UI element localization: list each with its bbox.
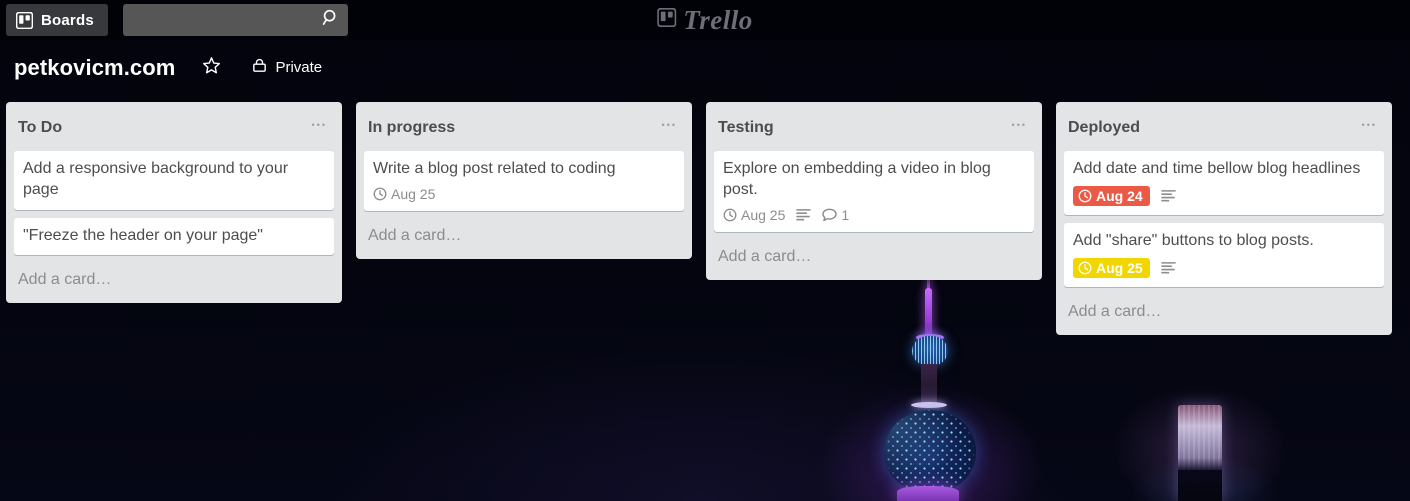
boards-button-label: Boards bbox=[41, 11, 94, 29]
card-badges: Aug 25 1 bbox=[723, 207, 1025, 223]
board-icon bbox=[16, 11, 33, 29]
card-badges: Aug 25 bbox=[1073, 257, 1375, 278]
star-outline-icon bbox=[202, 56, 221, 80]
due-date-badge: Aug 25 bbox=[723, 207, 785, 223]
card[interactable]: "Freeze the header on your page" bbox=[14, 217, 334, 256]
star-board-button[interactable] bbox=[194, 52, 229, 84]
search-icon[interactable] bbox=[322, 9, 340, 32]
card-title: Explore on embedding a video in blog pos… bbox=[723, 160, 991, 198]
list-header: Deployed ••• bbox=[1056, 102, 1392, 151]
list-deployed: Deployed ••• Add date and time bellow blog… bbox=[1056, 102, 1392, 335]
list-cards: Write a blog post related to coding Aug 2… bbox=[356, 151, 692, 219]
board-title[interactable]: petkovicm.com bbox=[14, 55, 175, 81]
due-date-badge: Aug 25 bbox=[373, 186, 435, 202]
boards-button[interactable]: Boards bbox=[6, 4, 108, 36]
add-card-button[interactable]: Add a card… bbox=[706, 240, 1042, 278]
board-lists-container: To Do ••• Add a responsive background to y… bbox=[0, 95, 1410, 501]
badge-label: 1 bbox=[841, 206, 850, 223]
card-title: "Freeze the header on your page" bbox=[23, 226, 263, 244]
board-visibility-button[interactable]: Private bbox=[243, 52, 330, 84]
list-title[interactable]: Testing bbox=[718, 119, 774, 137]
badge-label: Aug 25 bbox=[1096, 259, 1143, 276]
trello-board-icon bbox=[657, 7, 677, 32]
trello-board-page: Boards Trello petkovicm.com Private To D… bbox=[0, 0, 1410, 501]
ellipsis-icon[interactable]: ••• bbox=[658, 113, 681, 142]
board-header: petkovicm.com Private bbox=[0, 40, 1410, 95]
clock-icon bbox=[373, 187, 387, 201]
add-card-button[interactable]: Add a card… bbox=[1056, 295, 1392, 333]
trello-logo[interactable]: Trello bbox=[657, 5, 753, 36]
card[interactable]: Write a blog post related to coding Aug 2… bbox=[364, 151, 684, 211]
list-testing: Testing ••• Explore on embedding a video i… bbox=[706, 102, 1042, 280]
lock-icon bbox=[251, 57, 268, 79]
badge-label: Aug 24 bbox=[1096, 187, 1143, 204]
description-icon bbox=[1160, 189, 1176, 202]
board-visibility-label: Private bbox=[275, 59, 323, 76]
clock-icon bbox=[723, 208, 737, 222]
ellipsis-icon[interactable]: ••• bbox=[1358, 113, 1381, 142]
due-date-badge: Aug 25 bbox=[1073, 257, 1150, 278]
list-header: Testing ••• bbox=[706, 102, 1042, 151]
card-badges: Aug 24 bbox=[1073, 185, 1375, 206]
ellipsis-icon[interactable]: ••• bbox=[1008, 113, 1031, 142]
clock-icon bbox=[1078, 189, 1092, 203]
add-card-button[interactable]: Add a card… bbox=[356, 219, 692, 257]
list-to-do: To Do ••• Add a responsive background to y… bbox=[6, 102, 342, 304]
description-badge bbox=[1160, 261, 1176, 274]
card[interactable]: Explore on embedding a video in blog pos… bbox=[714, 151, 1034, 232]
list-header: In progress ••• bbox=[356, 102, 692, 151]
card[interactable]: Add a responsive background to your page bbox=[14, 151, 334, 210]
description-badge bbox=[1160, 189, 1176, 202]
ellipsis-icon[interactable]: ••• bbox=[308, 113, 331, 142]
description-icon bbox=[796, 208, 812, 221]
clock-icon bbox=[1078, 261, 1092, 275]
list-cards: Add a responsive background to your page… bbox=[6, 151, 342, 263]
list-title[interactable]: Deployed bbox=[1068, 119, 1140, 137]
card-title: Write a blog post related to coding bbox=[373, 160, 616, 177]
top-navigation-bar: Boards Trello bbox=[0, 0, 1410, 40]
list-cards: Add date and time bellow blog headlines A… bbox=[1056, 151, 1392, 295]
trello-wordmark: Trello bbox=[683, 4, 753, 35]
card-badges: Aug 25 bbox=[373, 186, 675, 202]
badge-label: Aug 25 bbox=[391, 185, 436, 202]
list-header: To Do ••• bbox=[6, 102, 342, 151]
list-title[interactable]: To Do bbox=[18, 119, 62, 137]
list-cards: Explore on embedding a video in blog pos… bbox=[706, 151, 1042, 240]
card[interactable]: Add "share" buttons to blog posts. Aug 25 bbox=[1064, 222, 1384, 287]
description-badge bbox=[796, 208, 812, 221]
card[interactable]: Add date and time bellow blog headlines A… bbox=[1064, 151, 1384, 215]
card-title: Add "share" buttons to blog posts. bbox=[1073, 231, 1314, 249]
card-title: Add a responsive background to your page bbox=[23, 160, 289, 198]
search-box[interactable] bbox=[122, 4, 348, 36]
add-card-button[interactable]: Add a card… bbox=[6, 263, 342, 301]
due-date-badge: Aug 24 bbox=[1073, 185, 1150, 206]
comment-badge: 1 bbox=[822, 207, 849, 223]
list-title[interactable]: In progress bbox=[368, 119, 455, 137]
card-title: Add date and time bellow blog headlines bbox=[1073, 160, 1361, 177]
list-in-progress: In progress ••• Write a blog post related … bbox=[356, 102, 692, 259]
comment-icon bbox=[822, 208, 838, 222]
badge-label: Aug 25 bbox=[741, 206, 786, 223]
search-input[interactable] bbox=[122, 5, 348, 35]
description-icon bbox=[1160, 261, 1176, 274]
